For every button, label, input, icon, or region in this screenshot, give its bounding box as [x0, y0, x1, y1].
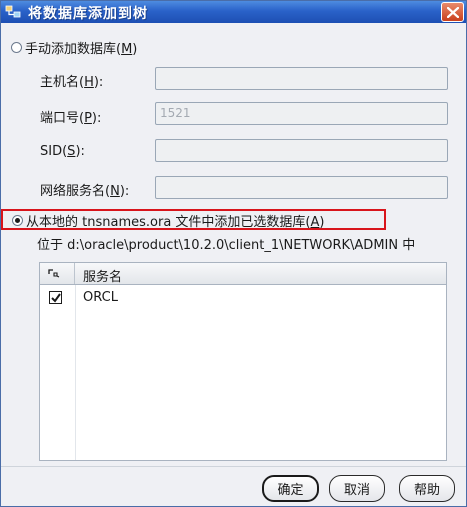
manual-add-radio[interactable] [11, 41, 22, 53]
add-database-dialog: 将数据库添加到树 手动添加数据库(M) 主机名(H): 端口号(P): 1521… [0, 0, 467, 507]
dialog-title: 将数据库添加到树 [28, 6, 148, 22]
service-name-field[interactable] [155, 176, 448, 199]
tns-add-option[interactable]: 从本地的 tnsnames.ora 文件中添加已选数据库(A) [12, 211, 325, 230]
sid-field[interactable] [155, 139, 448, 162]
hostname-label: 主机名(H): [40, 75, 104, 90]
service-name-label: 网络服务名(N): [40, 184, 130, 199]
tnsnames-location-text: 位于 d:\oracle\product\10.2.0\client_1\NET… [37, 238, 416, 253]
title-bar: 将数据库添加到树 [1, 1, 466, 23]
ok-button[interactable]: 确定 [262, 475, 319, 502]
database-tree-icon [5, 4, 22, 20]
table-row[interactable]: ORCL [40, 286, 446, 310]
table-header: 服务名 [40, 263, 446, 285]
checkmark-icon [51, 293, 61, 303]
cancel-button[interactable]: 取消 [329, 475, 385, 502]
service-name-column-header[interactable]: 服务名 [83, 266, 122, 285]
select-all-column-header[interactable] [40, 263, 75, 284]
manual-add-option[interactable]: 手动添加数据库(M) [11, 38, 138, 57]
port-label: 端口号(P): [40, 111, 102, 126]
button-bar-separator [1, 466, 466, 467]
close-icon [447, 7, 459, 18]
column-divider [75, 285, 76, 460]
close-button[interactable] [441, 2, 464, 22]
tns-add-label: 从本地的 tnsnames.ora 文件中添加已选数据库(A) [26, 214, 325, 230]
manual-add-label: 手动添加数据库(M) [25, 41, 138, 57]
help-button[interactable]: 帮助 [399, 475, 455, 502]
tns-add-radio[interactable] [12, 214, 23, 226]
select-column-icon [48, 269, 60, 278]
hostname-field[interactable] [155, 67, 448, 90]
service-table: 服务名 ORCL [39, 262, 447, 461]
port-field[interactable]: 1521 [155, 102, 448, 125]
row-service-name: ORCL [83, 290, 118, 305]
row-checkbox[interactable] [49, 291, 62, 304]
sid-label: SID(S): [40, 144, 85, 159]
